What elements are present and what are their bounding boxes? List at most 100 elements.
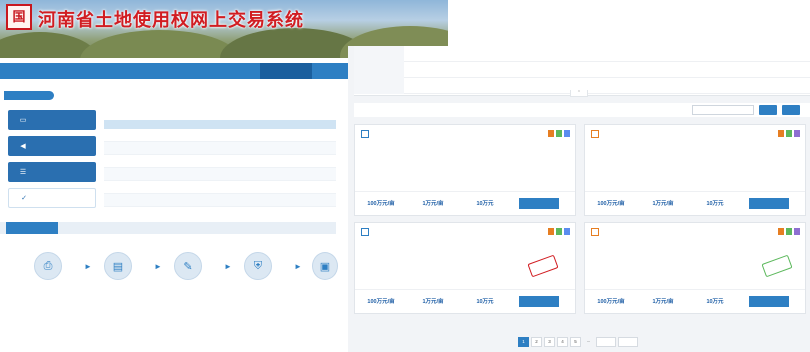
transaction-table xyxy=(104,120,336,207)
card-tags xyxy=(776,228,800,235)
site-logo: 国 xyxy=(6,4,32,30)
card-footer: 100万元/亩 1万元/亩 10万元 xyxy=(355,191,575,215)
status-badge xyxy=(786,228,792,235)
page-button[interactable]: 5 xyxy=(570,337,581,347)
status-badge xyxy=(778,228,784,235)
nav-item-results[interactable] xyxy=(104,63,156,79)
document-icon: ▤ xyxy=(112,260,124,273)
arrow-right-icon: ► xyxy=(224,262,232,271)
side-button-complete[interactable]: ✓ xyxy=(8,188,96,208)
card-tags xyxy=(546,130,570,137)
card-type-badge xyxy=(361,227,369,236)
search-button[interactable] xyxy=(759,105,777,115)
price-value: 100万元/亩 xyxy=(597,201,625,207)
card-footer: 100万元/亩 1万元/亩 10万元 xyxy=(355,289,575,313)
breadcrumb xyxy=(4,91,54,100)
status-badge xyxy=(794,228,800,235)
status-badge xyxy=(794,130,800,137)
status-badge xyxy=(786,130,792,137)
listing-card[interactable]: 100万元/亩 1万元/亩 10万元 xyxy=(354,222,576,314)
flow-step-shield[interactable]: ⛨ xyxy=(244,252,272,280)
filter-row xyxy=(354,45,810,62)
card-type-badge xyxy=(591,129,599,138)
enter-bid-button[interactable] xyxy=(519,198,559,209)
nav-item-guide[interactable] xyxy=(208,63,260,79)
deposit-value: 10万元 xyxy=(706,299,724,305)
page-button[interactable]: 1 xyxy=(518,337,529,347)
monitor-icon: ▭ xyxy=(19,117,27,124)
listing-card[interactable]: 100万元/亩 1万元/亩 10万元 xyxy=(584,124,806,216)
increment-value: 1万元/亩 xyxy=(652,299,674,305)
price-value: 100万元/亩 xyxy=(597,299,625,305)
arrow-right-icon: ► xyxy=(154,262,162,271)
deposit-value: 10万元 xyxy=(476,299,494,305)
increment-value: 1万元/亩 xyxy=(422,201,444,207)
table-row[interactable] xyxy=(104,129,336,142)
status-badge xyxy=(548,228,554,235)
status-badge xyxy=(564,228,570,235)
filter-panel xyxy=(354,45,810,96)
reset-button[interactable] xyxy=(782,105,800,115)
result-stamp xyxy=(527,254,559,278)
chevron-up-icon[interactable]: ⌃ xyxy=(570,90,588,97)
table-row[interactable] xyxy=(104,155,336,168)
flow-step-certificate[interactable]: ▣ xyxy=(312,252,338,280)
card-footer: 100万元/亩 1万元/亩 10万元 xyxy=(585,191,805,215)
table-row[interactable] xyxy=(104,168,336,181)
side-button-today[interactable]: ▭ xyxy=(8,110,96,130)
flow-step-register[interactable]: ⎙ xyxy=(34,252,62,280)
nav-item-service[interactable] xyxy=(156,63,208,79)
deposit-value: 10万元 xyxy=(706,201,724,207)
listing-card[interactable]: 100万元/亩 1万元/亩 10万元 xyxy=(354,124,576,216)
main-nav xyxy=(0,63,348,79)
page-button[interactable]: 3 xyxy=(544,337,555,347)
status-badge xyxy=(556,130,562,137)
nav-item-active[interactable] xyxy=(260,63,312,79)
card-footer: 100万元/亩 1万元/亩 10万元 xyxy=(585,289,805,313)
page-ellipsis: ... xyxy=(586,338,591,343)
enter-bid-button[interactable] xyxy=(749,296,789,307)
shield-icon: ⛨ xyxy=(253,259,263,272)
side-button-list[interactable]: ☰ xyxy=(8,162,96,182)
increment-value: 1万元/亩 xyxy=(652,201,674,207)
table-row[interactable] xyxy=(104,194,336,207)
filter-row xyxy=(354,61,810,78)
status-badge xyxy=(556,228,562,235)
table-row[interactable] xyxy=(104,142,336,155)
enter-bid-button[interactable] xyxy=(749,198,789,209)
register-icon: ⎙ xyxy=(43,259,53,272)
deposit-value: 10万元 xyxy=(476,201,494,207)
listing-card[interactable]: 100万元/亩 1万元/亩 10万元 xyxy=(584,222,806,314)
nav-item-announcements[interactable] xyxy=(52,63,104,79)
card-tags xyxy=(546,228,570,235)
card-type-badge xyxy=(591,227,599,236)
flow-tab[interactable] xyxy=(6,222,58,234)
status-badge xyxy=(564,130,570,137)
edit-icon: ✎ xyxy=(183,260,193,273)
side-button-notice[interactable]: ◀ xyxy=(8,136,96,156)
next-page-button[interactable] xyxy=(618,337,638,347)
status-badge xyxy=(778,130,784,137)
prev-page-button[interactable] xyxy=(596,337,616,347)
page-button[interactable]: 2 xyxy=(531,337,542,347)
page-button[interactable]: 4 xyxy=(557,337,568,347)
nav-item-home[interactable] xyxy=(0,63,52,79)
speaker-icon: ◀ xyxy=(20,143,26,150)
price-value: 100万元/亩 xyxy=(367,299,395,305)
search-input[interactable] xyxy=(692,105,754,115)
check-circle-icon: ✓ xyxy=(21,195,27,202)
flow-step-edit[interactable]: ✎ xyxy=(174,252,202,280)
table-row[interactable] xyxy=(104,181,336,194)
arrow-right-icon: ► xyxy=(84,262,92,271)
site-title: 河南省土地使用权网上交易系统 xyxy=(38,10,304,30)
certificate-icon: ▣ xyxy=(319,260,331,273)
flow-step-document[interactable]: ▤ xyxy=(104,252,132,280)
card-tags xyxy=(776,130,800,137)
arrow-right-icon: ► xyxy=(294,262,302,271)
page-root: 国 河南省土地使用权网上交易系统 ▭ ◀ ☰ ✓ ⎙ ► ▤ ► ✎ ► ⛨ ►… xyxy=(0,0,810,352)
pagination: 1 2 3 4 5 ... xyxy=(518,337,640,347)
list-icon: ☰ xyxy=(19,169,27,176)
status-badge xyxy=(548,130,554,137)
table-header xyxy=(104,120,336,129)
enter-bid-button[interactable] xyxy=(519,296,559,307)
